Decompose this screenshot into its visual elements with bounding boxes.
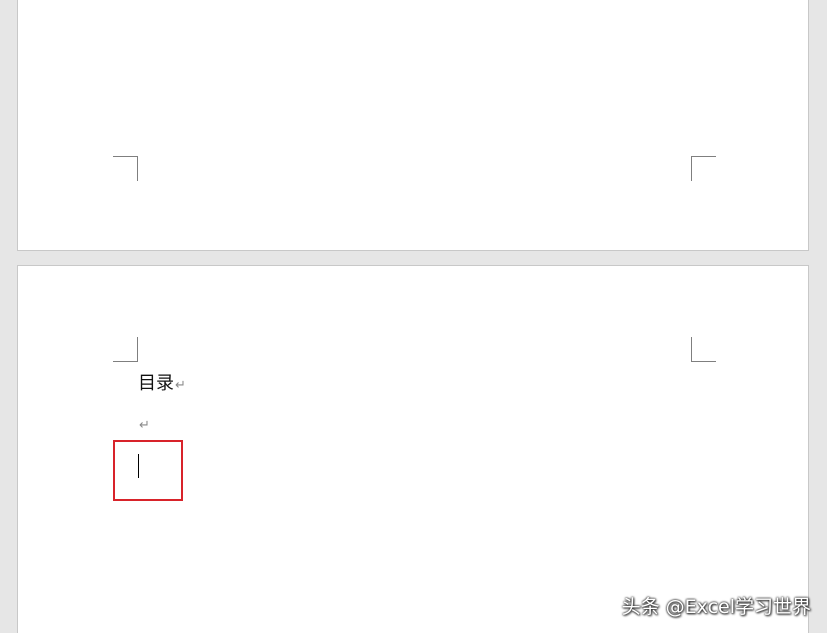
bottom-right-margin-mark bbox=[691, 156, 716, 181]
paragraph-mark-icon: ↵ bbox=[139, 418, 150, 433]
toc-heading-paragraph[interactable]: 目录↵ bbox=[138, 369, 186, 395]
document-page-1[interactable] bbox=[17, 0, 809, 251]
document-canvas[interactable]: 目录↵ ↵ 头条 @Excel学习世界 bbox=[0, 0, 827, 633]
top-right-margin-mark bbox=[691, 337, 716, 362]
document-page-2[interactable]: 目录↵ ↵ bbox=[17, 265, 809, 633]
top-left-margin-mark bbox=[113, 337, 138, 362]
toc-heading-text[interactable]: 目录 bbox=[138, 373, 174, 394]
watermark: 头条 @Excel学习世界 bbox=[621, 596, 811, 618]
empty-paragraph[interactable]: ↵ bbox=[138, 413, 150, 434]
bottom-left-margin-mark bbox=[113, 156, 138, 181]
cursor-highlight-box bbox=[113, 440, 183, 501]
paragraph-mark-icon: ↵ bbox=[175, 378, 186, 393]
